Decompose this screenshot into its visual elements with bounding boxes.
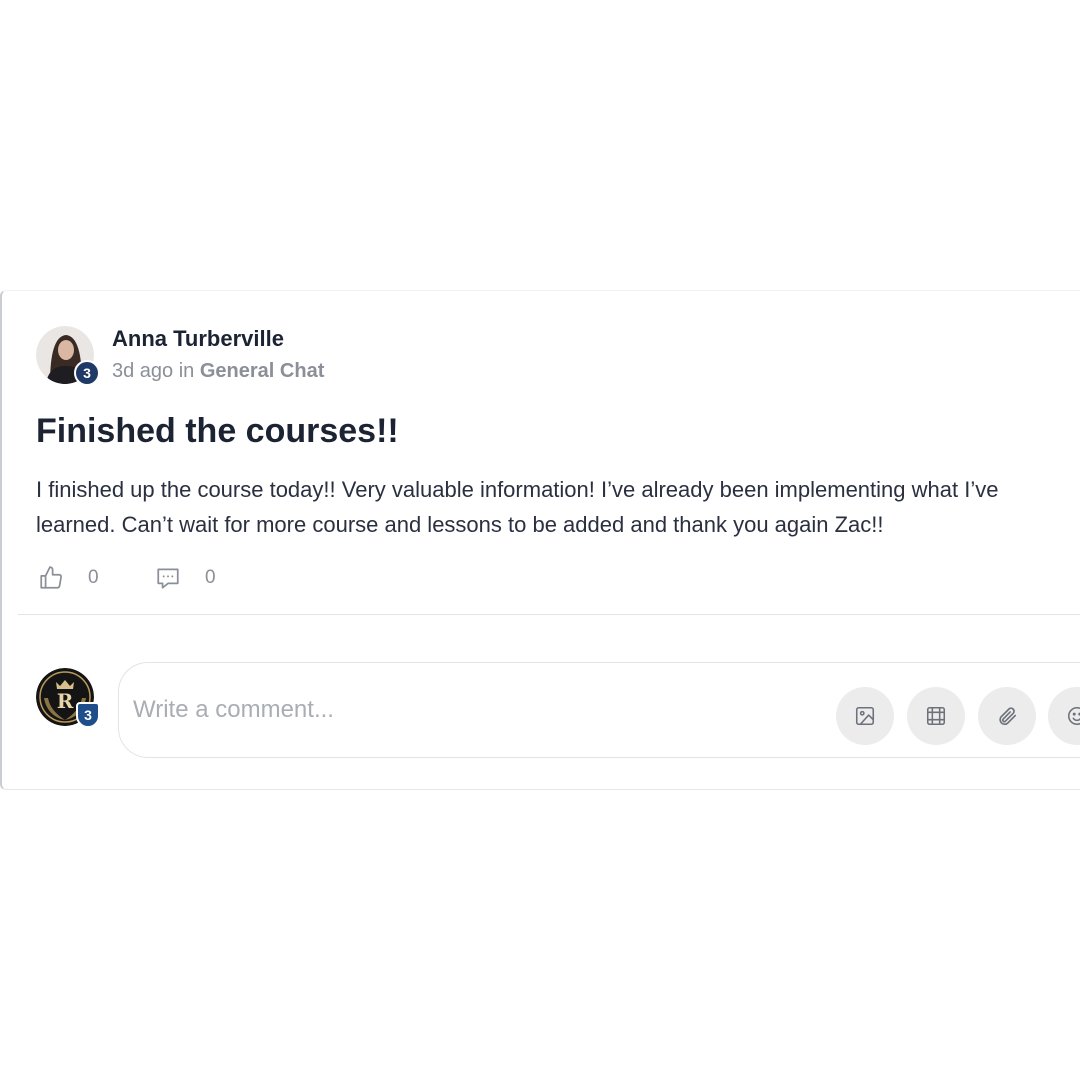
emoji-icon [1067, 706, 1080, 726]
comment-composer [118, 662, 1080, 758]
author-level-badge: 3 [74, 360, 100, 386]
add-image-button[interactable] [836, 687, 894, 745]
emoji-button[interactable] [1048, 687, 1080, 745]
add-gif-button[interactable] [907, 687, 965, 745]
attach-file-button[interactable] [978, 687, 1036, 745]
comment-input[interactable] [131, 689, 795, 731]
svg-text:R: R [57, 689, 74, 713]
comment-button[interactable]: 0 [155, 565, 216, 591]
post-body: I finished up the course today!! Very va… [36, 477, 999, 537]
gif-icon [926, 706, 946, 726]
post-time: 3d ago [112, 360, 174, 382]
channel-link[interactable]: General Chat [200, 360, 324, 382]
paperclip-icon [999, 707, 1017, 726]
meta-in: in [178, 360, 195, 382]
author-name[interactable]: Anna Turberville [112, 326, 284, 352]
post-meta: 3d ago in General Chat [112, 360, 324, 383]
like-count: 0 [88, 567, 99, 588]
author-avatar[interactable]: 3 [36, 326, 100, 386]
like-button[interactable]: 0 [38, 565, 99, 591]
comment-icon [157, 568, 179, 589]
post-title: Finished the courses!! [36, 412, 399, 450]
image-icon [855, 706, 875, 726]
divider [18, 614, 1080, 615]
thumbs-up-icon [40, 566, 62, 589]
current-user-avatar[interactable]: R 3 [36, 668, 100, 728]
comment-count: 0 [205, 567, 216, 588]
user-level-badge: 3 [76, 702, 100, 728]
